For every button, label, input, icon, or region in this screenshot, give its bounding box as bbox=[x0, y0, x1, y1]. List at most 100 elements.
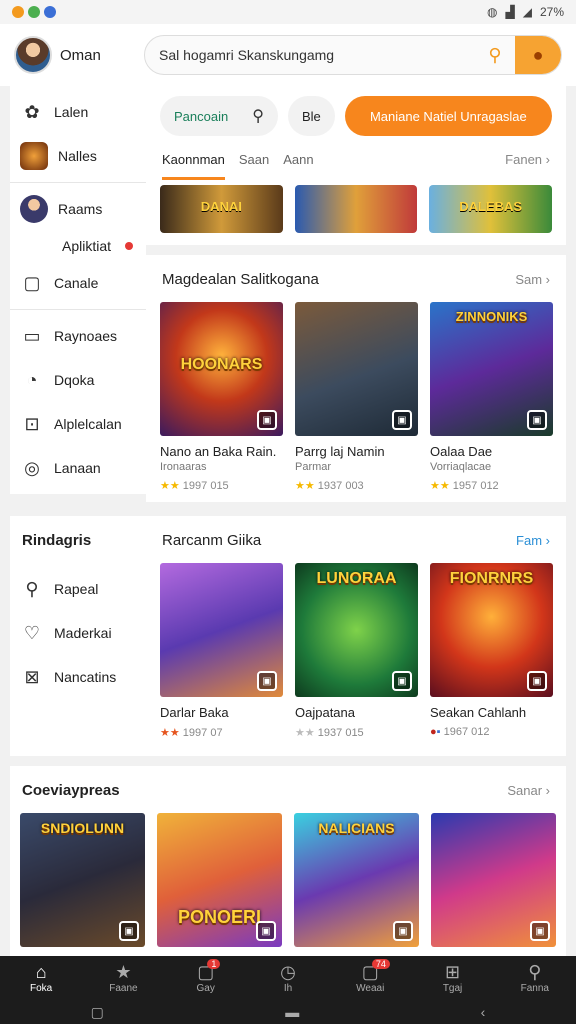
game-name: Oalaa Dae bbox=[430, 444, 493, 459]
home-pill-icon[interactable]: ▬ bbox=[285, 1004, 299, 1020]
recents-icon[interactable]: ▢ bbox=[91, 1004, 104, 1021]
play-icon[interactable]: ▣ bbox=[392, 671, 412, 691]
app-dot-icon bbox=[44, 6, 56, 18]
game-cover[interactable]: PONOERI ▣ bbox=[157, 813, 282, 947]
sidebar-item-nalles[interactable]: Nalles bbox=[10, 134, 146, 178]
game-meta: ★★ 1937 015 bbox=[295, 726, 418, 739]
game-cover[interactable]: ▣ bbox=[160, 563, 283, 697]
section-more-link[interactable]: Sam › bbox=[515, 272, 550, 287]
rating-stars-icon: ★★ bbox=[295, 480, 315, 492]
tab-third[interactable]: Aann bbox=[283, 152, 313, 167]
status-app-dots bbox=[12, 6, 56, 18]
recommend-side-title: Rindagris bbox=[22, 532, 92, 549]
recommend-side-item[interactable]: ⊠ Nancatins bbox=[10, 655, 146, 699]
play-icon[interactable]: ▣ bbox=[119, 921, 139, 941]
sidebar-item-alplelcalan[interactable]: ⊡ Alplelcalan bbox=[10, 402, 146, 446]
phone-icon: ▢ bbox=[23, 272, 41, 293]
rating-stars-icon: ▪ bbox=[436, 726, 441, 738]
play-icon[interactable]: ▣ bbox=[527, 410, 547, 430]
search-icon[interactable]: ⚲ bbox=[475, 36, 515, 74]
play-icon[interactable]: ▣ bbox=[257, 410, 277, 430]
heart-icon: ♡ bbox=[23, 622, 41, 643]
search-icon[interactable]: ⚲ bbox=[252, 106, 264, 126]
nav-item-favorites[interactable]: ★ Faane bbox=[82, 956, 164, 1000]
nav-item-home[interactable]: ⌂ Foka bbox=[0, 956, 82, 1000]
recommend-sidebar: Rindagris ⚲ Rapeal ♡ Maderkai ⊠ Nancatin… bbox=[10, 516, 146, 699]
tab-second[interactable]: Saan bbox=[239, 152, 269, 167]
filter-chip[interactable]: Pancoain ⚲ bbox=[160, 96, 278, 136]
section-title: Magdealan Salitkogana bbox=[162, 271, 319, 288]
game-name: Darlar Baka bbox=[160, 705, 229, 720]
game-cover[interactable]: ▣ bbox=[431, 813, 556, 947]
section-more-link[interactable]: Fam › bbox=[516, 533, 550, 548]
main-content: Pancoain ⚲ Ble Maniane Natiel Unragaslae… bbox=[146, 86, 566, 512]
nav-item-search[interactable]: ⚲ Fanna bbox=[494, 956, 576, 1000]
game-cover[interactable]: HOONARS ▣ bbox=[160, 302, 283, 436]
nav-item-bag[interactable]: 1 ▢ Gay bbox=[165, 956, 247, 1000]
search-icon: ⚲ bbox=[25, 578, 39, 599]
game-logo: ZINNONIKS bbox=[455, 308, 528, 324]
banner[interactable]: DANAI bbox=[160, 185, 283, 233]
filter-card: Pancoain ⚲ Ble Maniane Natiel Unragaslae… bbox=[146, 86, 566, 245]
nav-item-clock[interactable]: ◷ Ih bbox=[247, 956, 329, 1000]
game-card[interactable]: FIONRNRS ▣ Seakan Cahlanh ●▪ 1967 012 bbox=[430, 563, 553, 739]
cta-button[interactable]: Maniane Natiel Unragaslae bbox=[344, 96, 552, 136]
recommend-section: Rindagris ⚲ Rapeal ♡ Maderkai ⊠ Nancatin… bbox=[10, 516, 566, 756]
banner[interactable] bbox=[294, 185, 418, 233]
recommend-side-label: Maderkai bbox=[54, 625, 112, 641]
game-subtitle: Parmar bbox=[295, 461, 332, 473]
search-input[interactable] bbox=[145, 47, 475, 63]
sidebar-item-lanaan[interactable]: ◎ Lanaan bbox=[10, 446, 146, 490]
banner[interactable]: DALEBAS bbox=[429, 185, 553, 233]
game-cover[interactable]: NALICIANS ▣ bbox=[294, 813, 419, 947]
game-card[interactable]: ▣ Parrg laj Namin Parmar ★★ 1937 003 bbox=[295, 302, 418, 492]
recommend-side-item[interactable]: ♡ Maderkai bbox=[10, 611, 146, 655]
play-icon[interactable]: ▣ bbox=[530, 921, 550, 941]
nav-item-grid[interactable]: ⊞ Tgaj bbox=[411, 956, 493, 1000]
user-name[interactable]: Oman bbox=[60, 47, 130, 64]
sidebar-item-raynoaes[interactable]: ▭ Raynoaes bbox=[10, 314, 146, 358]
sidebar-item-raams[interactable]: Raams bbox=[10, 187, 146, 231]
filter-chip-secondary[interactable]: Ble bbox=[287, 96, 335, 136]
bottom-nav: ⌂ Foka ★ Faane 1 ▢ Gay ◷ Ih 74 ▢ Weaai ⊞… bbox=[0, 956, 576, 1000]
sidebar-item-canale[interactable]: ▢ Canale bbox=[10, 261, 146, 305]
app-icon: ⊡ bbox=[24, 413, 40, 434]
tab-more-link[interactable]: Fanen › bbox=[505, 152, 550, 167]
play-icon[interactable]: ▣ bbox=[527, 671, 547, 691]
home-icon: ⌂ bbox=[35, 962, 47, 982]
game-meta-value: 1957 012 bbox=[452, 480, 499, 492]
play-icon[interactable]: ▣ bbox=[393, 921, 413, 941]
section-more-link[interactable]: Sanar › bbox=[507, 783, 550, 798]
sidebar-item-apliktiat[interactable]: Apliktiat bbox=[10, 231, 146, 261]
game-card[interactable]: ZINNONIKS ▣ Oalaa Dae Vorriaqlacae ★★ 19… bbox=[430, 302, 553, 492]
mic-icon[interactable]: ● bbox=[515, 36, 561, 74]
play-icon[interactable]: ▣ bbox=[257, 671, 277, 691]
rating-stars-icon: ● bbox=[430, 726, 437, 738]
game-cover[interactable]: ▣ bbox=[295, 302, 418, 436]
tab-first[interactable]: Kaonnman bbox=[162, 152, 225, 180]
game-cover[interactable]: FIONRNRS ▣ bbox=[430, 563, 553, 697]
play-icon[interactable]: ▣ bbox=[392, 410, 412, 430]
sidebar-item-label: Raynoaes bbox=[54, 328, 118, 344]
search-icon: ⚲ bbox=[528, 962, 542, 982]
game-cover[interactable]: SNDIOLUNN ▣ bbox=[20, 813, 145, 947]
game-cover[interactable]: LUNORAA ▣ bbox=[295, 563, 418, 697]
game-cover[interactable]: ZINNONIKS ▣ bbox=[430, 302, 553, 436]
game-logo: FIONRNRS bbox=[449, 569, 534, 587]
sidebar-item-label: Lanaan bbox=[54, 460, 101, 476]
recommend-side-item[interactable]: ⚲ Rapeal bbox=[10, 567, 146, 611]
back-icon[interactable]: ‹ bbox=[481, 1004, 486, 1020]
play-icon[interactable]: ▣ bbox=[256, 921, 276, 941]
nav-item-cart[interactable]: 74 ▢ Weaai bbox=[329, 956, 411, 1000]
game-card[interactable]: LUNORAA ▣ Oajpatana ★★ 1937 015 bbox=[295, 563, 418, 739]
sidebar-item-dqoka[interactable]: ◔ Dqoka bbox=[10, 358, 146, 402]
sidebar-item-lalen[interactable]: ✿ Lalen bbox=[10, 90, 146, 134]
avatar[interactable] bbox=[14, 36, 52, 74]
search-box[interactable]: ⚲ ● bbox=[144, 35, 562, 75]
game-card[interactable]: ▣ Darlar Baka ★★ 1997 07 bbox=[160, 563, 283, 739]
section-more-label: Sam bbox=[515, 272, 543, 287]
sidebar: ✿ Lalen Nalles Raams Apliktiat ▢ Canale … bbox=[10, 86, 146, 494]
game-card[interactable]: HOONARS ▣ Nano an Baka Rain. Ironaaras ★… bbox=[160, 302, 283, 492]
notification-dot bbox=[125, 242, 134, 250]
sidebar-item-label: Lalen bbox=[54, 104, 89, 120]
